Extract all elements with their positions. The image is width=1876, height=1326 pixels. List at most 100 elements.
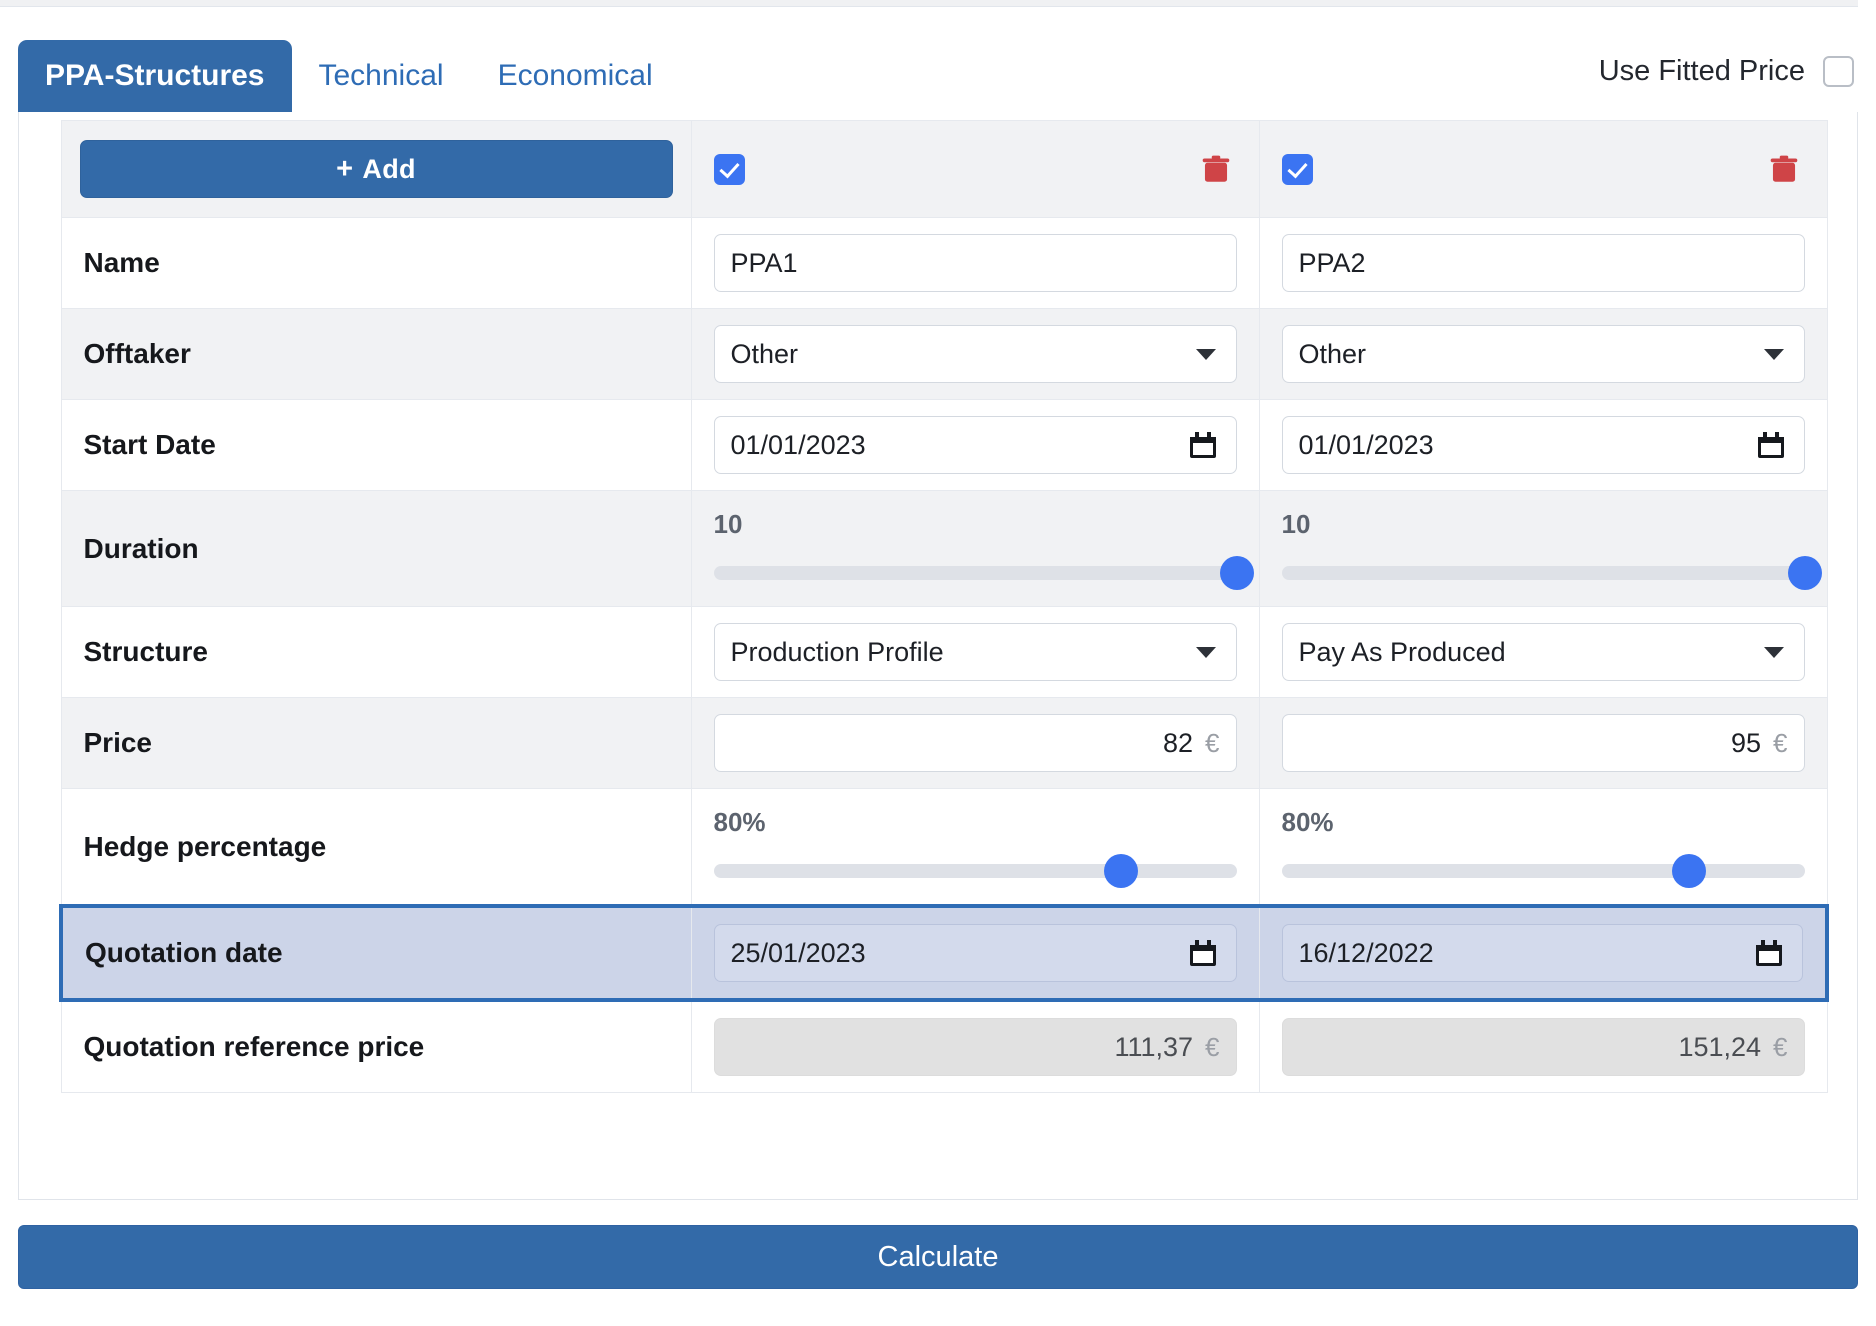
row-quotation-date-cell-1: 25/01/2023 (691, 906, 1259, 1000)
ppa-structures-screen: PPA-Structures Technical Economical Use … (0, 0, 1876, 1326)
chevron-down-icon (1196, 349, 1216, 360)
offtaker-select-1-value: Other (731, 339, 799, 370)
add-button-label: Add (362, 154, 415, 185)
row-start-date-label-cell: Start Date (61, 400, 691, 491)
duration-slider-2-thumb[interactable] (1788, 556, 1822, 590)
duration-slider-1-thumb[interactable] (1220, 556, 1254, 590)
row-duration-label-cell: Duration (61, 491, 691, 607)
tab-bar: PPA-Structures Technical Economical Use … (0, 8, 1876, 112)
name-input-1[interactable]: PPA1 (714, 234, 1237, 292)
quotation-date-input-1-value: 25/01/2023 (731, 938, 866, 969)
row-start-date: Start Date 01/01/2023 (61, 400, 1827, 491)
euro-unit: € (1205, 1032, 1219, 1063)
start-date-input-1[interactable]: 01/01/2023 (714, 416, 1237, 474)
row-price-label: Price (62, 727, 691, 759)
euro-unit: € (1773, 1032, 1787, 1063)
column-1-header (691, 121, 1259, 218)
add-button[interactable]: + Add (80, 140, 673, 198)
row-start-date-cell-2: 01/01/2023 (1259, 400, 1827, 491)
row-quotation-date-cell-2: 16/12/2022 (1259, 906, 1827, 1000)
row-duration-cell-1: 10 (691, 491, 1259, 607)
start-date-input-1-value: 01/01/2023 (731, 430, 866, 461)
calculate-button[interactable]: Calculate (18, 1225, 1858, 1289)
row-name-cell-1: PPA1 (691, 218, 1259, 309)
structure-select-2[interactable]: Pay As Produced (1282, 623, 1805, 681)
row-quotation-date-label: Quotation date (63, 937, 691, 969)
row-hedge-cell-1: 80% (691, 789, 1259, 907)
use-fitted-price-checkbox[interactable] (1823, 56, 1854, 87)
structure-select-2-value: Pay As Produced (1299, 637, 1506, 668)
ppa-structures-panel: + Add (18, 112, 1858, 1200)
duration-value-2: 10 (1282, 509, 1805, 540)
row-quotation-ref-cell-2: 151,24 € (1259, 1000, 1827, 1093)
row-duration-cell-2: 10 (1259, 491, 1827, 607)
row-offtaker-label-cell: Offtaker (61, 309, 691, 400)
price-input-2[interactable]: 95 € (1282, 714, 1805, 772)
duration-slider-1[interactable] (714, 566, 1237, 580)
window-top-strip (0, 0, 1876, 7)
hedge-value-1: 80% (714, 807, 1237, 838)
quotation-date-input-2-value: 16/12/2022 (1299, 938, 1434, 969)
row-price-cell-1: 82 € (691, 698, 1259, 789)
calendar-icon[interactable] (1190, 432, 1216, 458)
delete-column-1-icon[interactable] (1199, 151, 1233, 187)
structure-select-1-value: Production Profile (731, 637, 944, 668)
calendar-icon[interactable] (1758, 432, 1784, 458)
calculate-button-label: Calculate (878, 1241, 999, 1274)
row-price: Price 82 € (61, 698, 1827, 789)
column-2-header (1259, 121, 1827, 218)
right-gutter (1858, 0, 1876, 1326)
row-quotation-date-label-cell: Quotation date (61, 906, 691, 1000)
quotation-reference-price-2-value: 151,24 (1678, 1032, 1761, 1063)
tab-ppa-structures[interactable]: PPA-Structures (18, 40, 292, 112)
row-quotation-ref-label-cell: Quotation reference price (61, 1000, 691, 1093)
row-start-date-label: Start Date (62, 429, 691, 461)
row-hedge-label-cell: Hedge percentage (61, 789, 691, 907)
quotation-date-input-2[interactable]: 16/12/2022 (1282, 924, 1804, 982)
tab-technical-label: Technical (319, 59, 444, 92)
row-name-label-cell: Name (61, 218, 691, 309)
column-1-select-checkbox[interactable] (714, 154, 745, 185)
start-date-input-2-value: 01/01/2023 (1299, 430, 1434, 461)
price-input-2-value: 95 (1731, 728, 1761, 759)
hedge-slider-1-thumb[interactable] (1104, 854, 1138, 888)
tab-economical-label: Economical (498, 59, 653, 92)
duration-slider-2[interactable] (1282, 566, 1805, 580)
row-quotation-date: Quotation date 25/01/2023 (61, 906, 1827, 1000)
tab-technical[interactable]: Technical (292, 40, 471, 112)
row-start-date-cell-1: 01/01/2023 (691, 400, 1259, 491)
chevron-down-icon (1764, 647, 1784, 658)
row-duration: Duration 10 10 (61, 491, 1827, 607)
tab-economical[interactable]: Economical (471, 40, 680, 112)
price-input-1[interactable]: 82 € (714, 714, 1237, 772)
delete-column-2-icon[interactable] (1767, 151, 1801, 187)
table-header-row: + Add (61, 121, 1827, 218)
quotation-date-input-1[interactable]: 25/01/2023 (714, 924, 1237, 982)
use-fitted-price-control[interactable]: Use Fitted Price (1599, 55, 1854, 88)
structure-select-1[interactable]: Production Profile (714, 623, 1237, 681)
column-2-select-checkbox[interactable] (1282, 154, 1313, 185)
hedge-slider-1[interactable] (714, 864, 1237, 878)
ppa-table-scroll-area[interactable]: + Add (59, 120, 1841, 1200)
row-quotation-ref-cell-1: 111,37 € (691, 1000, 1259, 1093)
duration-value-1: 10 (714, 509, 1237, 540)
offtaker-select-2[interactable]: Other (1282, 325, 1805, 383)
name-input-2[interactable]: PPA2 (1282, 234, 1805, 292)
euro-unit: € (1205, 728, 1219, 759)
calendar-icon[interactable] (1190, 940, 1216, 966)
row-structure-cell-1: Production Profile (691, 607, 1259, 698)
row-offtaker-cell-2: Other (1259, 309, 1827, 400)
row-structure-cell-2: Pay As Produced (1259, 607, 1827, 698)
tab-ppa-structures-label: PPA-Structures (45, 59, 265, 92)
row-name-label: Name (62, 247, 691, 279)
row-structure-label-cell: Structure (61, 607, 691, 698)
tab-list: PPA-Structures Technical Economical (18, 40, 680, 112)
chevron-down-icon (1196, 647, 1216, 658)
offtaker-select-1[interactable]: Other (714, 325, 1237, 383)
row-offtaker-label: Offtaker (62, 338, 691, 370)
hedge-slider-2-thumb[interactable] (1672, 854, 1706, 888)
calendar-icon[interactable] (1756, 940, 1782, 966)
hedge-slider-2[interactable] (1282, 864, 1805, 878)
start-date-input-2[interactable]: 01/01/2023 (1282, 416, 1805, 474)
ppa-table: + Add (59, 120, 1829, 1093)
